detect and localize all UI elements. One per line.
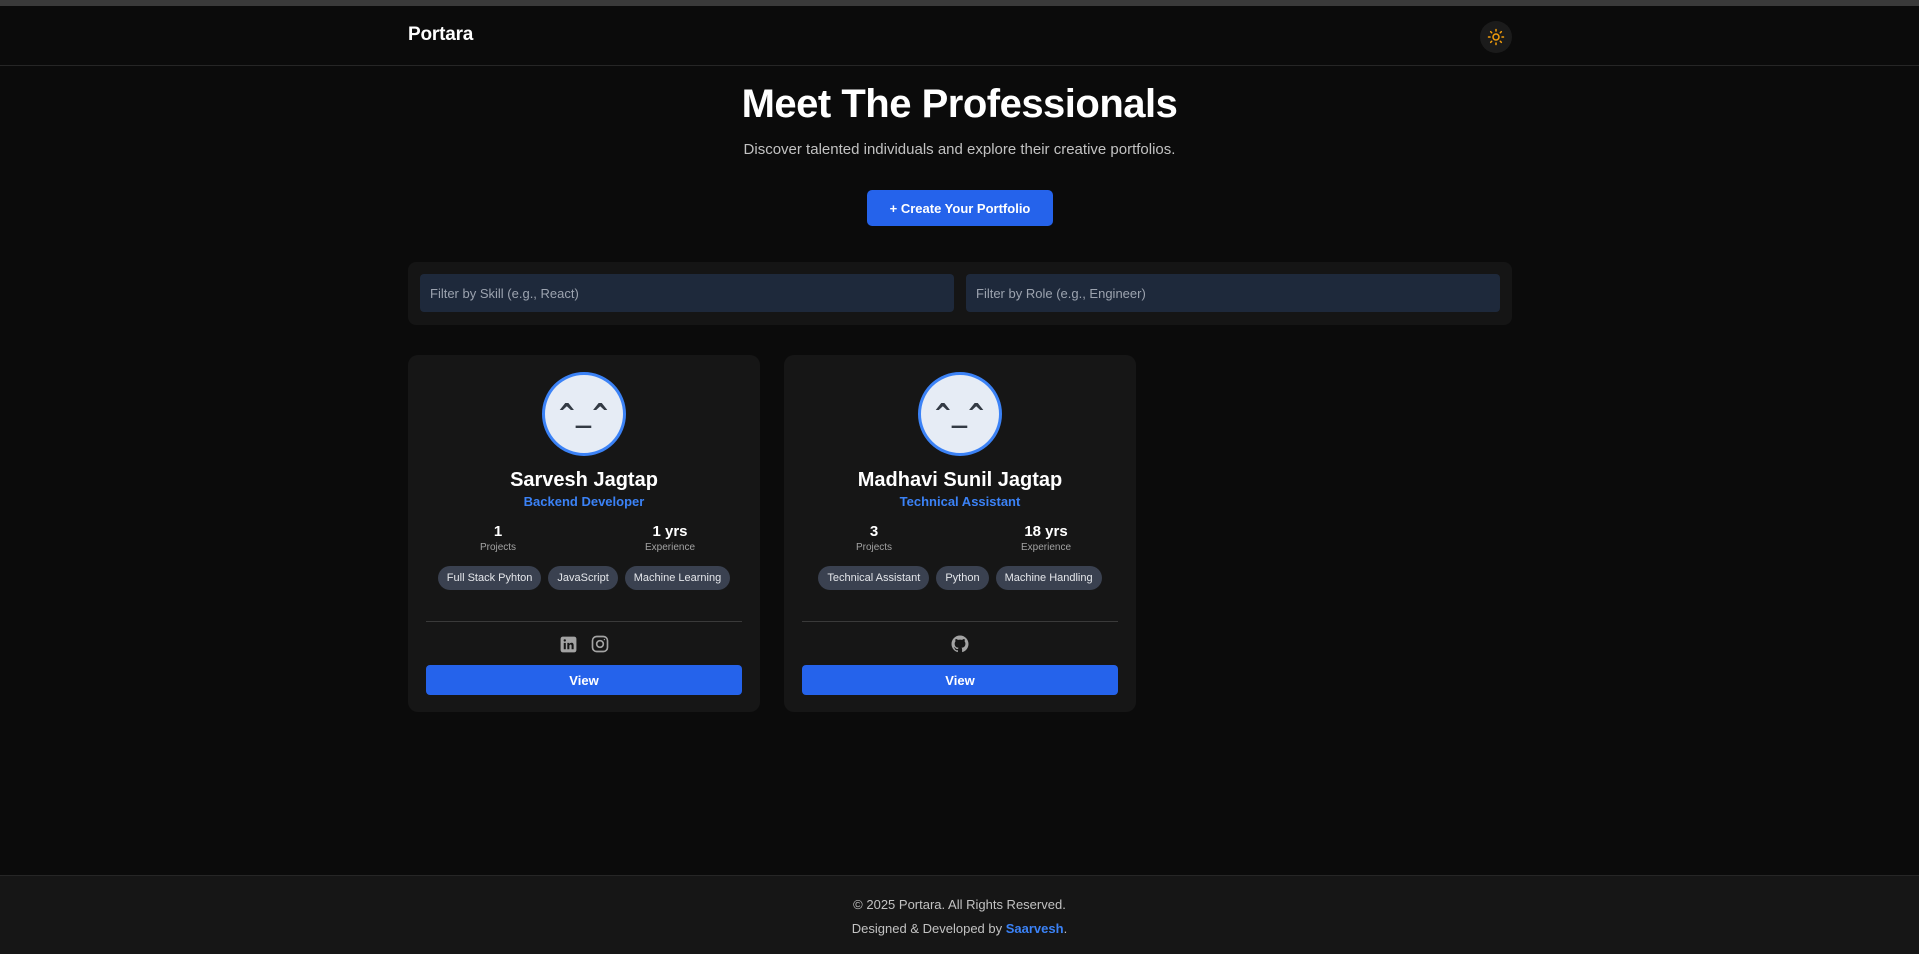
- instagram-icon[interactable]: [590, 634, 610, 654]
- view-profile-button[interactable]: View: [802, 665, 1118, 695]
- navbar: Portara: [0, 6, 1919, 66]
- card-divider: [426, 621, 742, 622]
- projects-count: 1: [493, 523, 503, 540]
- author-link[interactable]: Saarvesh: [1006, 921, 1064, 936]
- card-divider: [802, 621, 1118, 622]
- skill-tags: Technical Assistant Python Machine Handl…: [784, 566, 1136, 590]
- social-links: [784, 633, 1136, 655]
- skill-tag: Python: [936, 566, 989, 590]
- projects-stat: 3 Projects: [814, 523, 934, 553]
- profile-card: ^_^ Sarvesh Jagtap Backend Developer 1 P…: [408, 355, 760, 712]
- create-portfolio-button[interactable]: + Create Your Portfolio: [867, 190, 1053, 226]
- footer: © 2025 Portara. All Rights Reserved. Des…: [0, 875, 1919, 954]
- skill-tag: Machine Learning: [624, 566, 731, 590]
- skill-tags: Full Stack Pyhton JavaScript Machine Lea…: [408, 566, 760, 590]
- projects-count: 3: [869, 523, 879, 540]
- skill-filter-input[interactable]: [420, 274, 954, 312]
- skill-tag: JavaScript: [548, 566, 618, 590]
- brand-logo[interactable]: Portara: [408, 24, 473, 46]
- profile-role: Technical Assistant: [899, 494, 1021, 509]
- avatar: ^_^: [542, 372, 626, 456]
- role-filter-input[interactable]: [966, 274, 1500, 312]
- profile-card: ^_^ Madhavi Sunil Jagtap Technical Assis…: [784, 355, 1136, 712]
- credit-line: Designed & Developed by Saarvesh.: [0, 921, 1919, 936]
- experience-value: 1 yrs: [652, 523, 688, 540]
- profile-name: Sarvesh Jagtap: [510, 469, 658, 491]
- projects-label: Projects: [855, 542, 893, 553]
- page-title: Meet The Professionals: [741, 82, 1178, 126]
- profile-name: Madhavi Sunil Jagtap: [857, 469, 1063, 491]
- profile-role: Backend Developer: [523, 494, 645, 509]
- avatar: ^_^: [918, 372, 1002, 456]
- experience-label: Experience: [1020, 542, 1072, 553]
- credit-suffix: .: [1063, 921, 1068, 936]
- experience-label: Experience: [644, 542, 696, 553]
- experience-stat: 18 yrs Experience: [986, 523, 1106, 553]
- projects-stat: 1 Projects: [438, 523, 558, 553]
- theme-toggle-button[interactable]: [1480, 21, 1512, 53]
- experience-stat: 1 yrs Experience: [610, 523, 730, 553]
- view-profile-button[interactable]: View: [426, 665, 742, 695]
- credit-prefix: Designed & Developed by: [851, 921, 1006, 936]
- linkedin-icon[interactable]: [558, 634, 578, 654]
- experience-value: 18 yrs: [1024, 523, 1068, 540]
- social-links: [408, 633, 760, 655]
- copyright-text: © 2025 Portara. All Rights Reserved.: [853, 897, 1066, 912]
- skill-tag: Technical Assistant: [818, 566, 930, 590]
- filter-panel: [408, 262, 1512, 325]
- projects-label: Projects: [479, 542, 517, 553]
- github-icon[interactable]: [950, 634, 970, 654]
- skill-tag: Machine Handling: [995, 566, 1102, 590]
- skill-tag: Full Stack Pyhton: [437, 566, 542, 590]
- sun-icon: [1487, 28, 1505, 46]
- page-subtitle: Discover talented individuals and explor…: [743, 141, 1176, 158]
